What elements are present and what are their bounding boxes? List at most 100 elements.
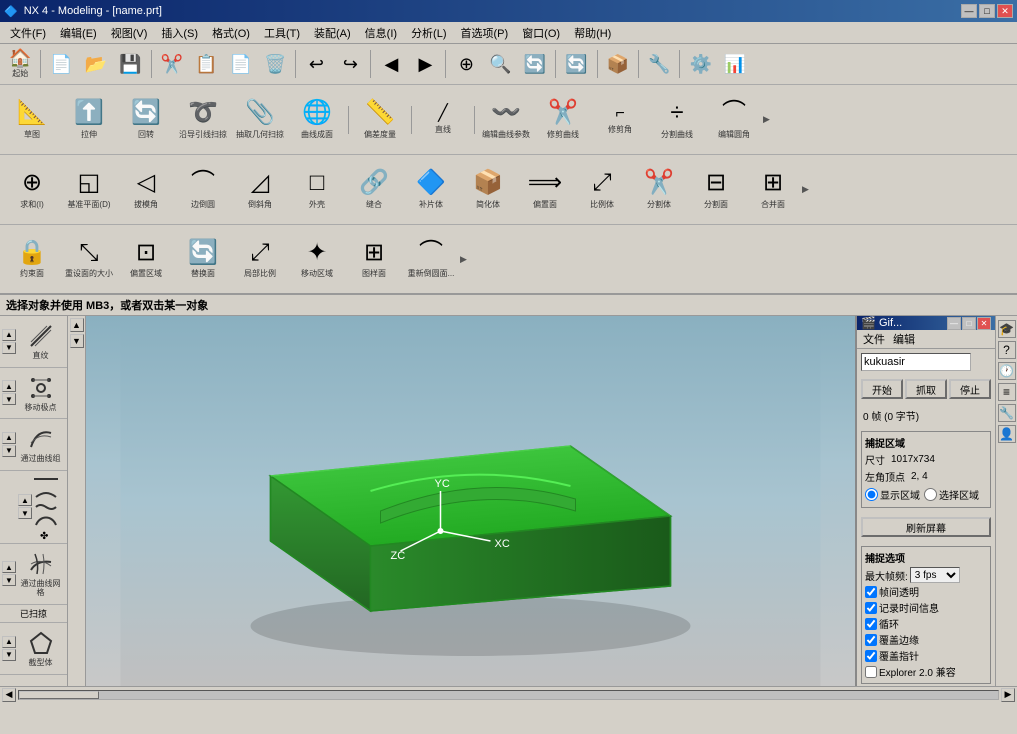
horizontal-scrollbar-track[interactable] xyxy=(18,690,999,700)
resize-button[interactable]: ⤡ 重设面的大小 xyxy=(61,227,117,291)
scroll-up-2[interactable]: ▲ xyxy=(2,380,16,392)
zoom-fit-button[interactable]: ⊕ xyxy=(450,52,482,76)
cut-button[interactable]: ✂️ xyxy=(156,52,188,76)
sweep-button[interactable]: ➰ 沿导引线扫掠 xyxy=(175,88,231,152)
explorer-checkbox[interactable] xyxy=(865,666,877,678)
display-region-radio[interactable] xyxy=(865,488,878,501)
rp-close[interactable]: ✕ xyxy=(977,317,991,330)
scroll-down-4[interactable]: ▼ xyxy=(18,507,32,519)
union-button[interactable]: ⊕ 求和(I) xyxy=(4,158,60,222)
menu-help[interactable]: 帮助(H) xyxy=(568,23,617,43)
scroll-down-2[interactable]: ▼ xyxy=(2,393,16,405)
menu-prefs[interactable]: 首选项(P) xyxy=(455,23,515,43)
replace-face-button[interactable]: 🔄 替换面 xyxy=(175,227,231,291)
move-region-button[interactable]: ✦ 移动区域 xyxy=(289,227,345,291)
save-button[interactable]: 💾 xyxy=(114,52,146,76)
trim-curve-button[interactable]: ✂️ 修剪曲线 xyxy=(535,88,591,152)
start-button[interactable]: 开始 xyxy=(861,379,903,399)
menu-insert[interactable]: 插入(S) xyxy=(155,23,204,43)
rp-menu-file[interactable]: 文件 xyxy=(861,330,887,348)
revolve-button[interactable]: 🔄 回转 xyxy=(118,88,174,152)
patch-button[interactable]: 🔷 补片体 xyxy=(403,158,459,222)
rotate-button[interactable]: 🔄 xyxy=(519,52,551,76)
trim-corner-button[interactable]: ⌐ 修剪角 xyxy=(592,88,648,152)
menu-window[interactable]: 窗口(O) xyxy=(516,23,566,43)
menu-format[interactable]: 格式(O) xyxy=(206,23,256,43)
split-curve-button[interactable]: ÷ 分割曲线 xyxy=(649,88,705,152)
redo-button[interactable]: ↪ xyxy=(334,52,366,76)
scroll-left-button[interactable]: ◀ xyxy=(2,688,16,702)
menu-view[interactable]: 视图(V) xyxy=(105,23,154,43)
maximize-button[interactable]: □ xyxy=(979,4,995,18)
local-scale-button[interactable]: ⤢ 局部比例 xyxy=(232,227,288,291)
chamfer-button[interactable]: ◿ 倒斜角 xyxy=(232,158,288,222)
rp-maximize[interactable]: □ xyxy=(962,317,976,330)
toolbar4-expand[interactable]: ▶ xyxy=(460,254,467,265)
edit-fillet-button[interactable]: ⌒ 编辑圆角 xyxy=(706,88,762,152)
minimize-button[interactable]: — xyxy=(961,4,977,18)
sub-scroll-down[interactable]: ▼ xyxy=(70,334,84,348)
scroll-right-button[interactable]: ▶ xyxy=(1001,688,1015,702)
deviation-button[interactable]: 📏 偏差度量 xyxy=(352,88,408,152)
star-sub-icon[interactable]: ✤ xyxy=(34,529,58,541)
menu-file[interactable]: 文件(F) xyxy=(4,23,52,43)
sub-scroll-up[interactable]: ▲ xyxy=(70,318,84,332)
close-button[interactable]: ✕ xyxy=(997,4,1013,18)
transparent-checkbox[interactable] xyxy=(865,586,877,598)
sidebar-movepoint-button[interactable]: 移动极点 xyxy=(16,370,65,417)
edge-blend-button[interactable]: ⌒ 边倒圆 xyxy=(175,158,231,222)
bottom-scrollbar[interactable]: ◀ ▶ xyxy=(0,686,1017,702)
sidebar-bridge-button[interactable]: 编辑特征参数 xyxy=(16,677,65,686)
help-grad-button[interactable]: 🎓 xyxy=(998,320,1016,338)
undo-button[interactable]: ↩ xyxy=(300,52,332,76)
offset-region-button[interactable]: ⊡ 偏置区域 xyxy=(118,227,174,291)
sidebar-curvegroup-button[interactable]: 通过曲线组 xyxy=(16,421,65,468)
select-region-label[interactable]: 选择区域 xyxy=(924,487,979,502)
gif-name-input[interactable] xyxy=(861,353,971,371)
simplify-button[interactable]: 📦 简化体 xyxy=(460,158,516,222)
cover-edge-checkbox[interactable] xyxy=(865,634,877,646)
3d-viewport[interactable]: ZC YC XC xyxy=(86,316,855,686)
offset-face-button[interactable]: ⟹ 偏置面 xyxy=(517,158,573,222)
sidebar-curvegrid-button[interactable]: 通过曲线网格 xyxy=(16,546,65,602)
delete-button[interactable]: 🗑️ xyxy=(259,52,291,76)
refresh-button[interactable]: 🔄 xyxy=(560,52,592,76)
assembly-button[interactable]: 📦 xyxy=(602,52,634,76)
rp-minimize[interactable]: — xyxy=(947,317,961,330)
scroll-up-5[interactable]: ▲ xyxy=(2,561,16,573)
clock-button[interactable]: 🕐 xyxy=(998,362,1016,380)
surface-button[interactable]: 🌐 曲线成面 xyxy=(289,88,345,152)
display-region-label[interactable]: 显示区域 xyxy=(865,487,920,502)
cover-cursor-checkbox[interactable] xyxy=(865,650,877,662)
scale-body-button[interactable]: ⤢ 比例体 xyxy=(574,158,630,222)
scroll-up-1[interactable]: ▲ xyxy=(2,329,16,341)
scroll-up-6[interactable]: ▲ xyxy=(2,636,16,648)
timing-checkbox[interactable] xyxy=(865,602,877,614)
titlebar-controls[interactable]: — □ ✕ xyxy=(961,4,1013,18)
viewport[interactable]: ZC YC XC xyxy=(86,316,855,686)
scroll-down-1[interactable]: ▼ xyxy=(2,342,16,354)
horizontal-scrollbar-thumb[interactable] xyxy=(19,691,99,699)
zoom-button[interactable]: 🔍 xyxy=(484,52,516,76)
constrain-face-button[interactable]: 🔒 约束面 xyxy=(4,227,60,291)
sidebar-sectionbody-button[interactable]: 截型体 xyxy=(16,625,65,672)
split-body-button[interactable]: ✂️ 分割体 xyxy=(631,158,687,222)
merge-face-button[interactable]: ⊞ 合并面 xyxy=(745,158,801,222)
menu-assembly[interactable]: 装配(A) xyxy=(308,23,357,43)
chart-button[interactable]: 📊 xyxy=(719,52,751,76)
paste-button[interactable]: 📄 xyxy=(225,52,257,76)
sketch-button[interactable]: 📐 草图 xyxy=(4,88,60,152)
wave-sub-icon[interactable] xyxy=(34,501,58,513)
loop-checkbox[interactable] xyxy=(865,618,877,630)
refresh-screen-button[interactable]: 刷新屏幕 xyxy=(861,517,991,537)
list-button[interactable]: ≡ xyxy=(998,383,1016,401)
sidebar-ruled-button[interactable]: 直纹 xyxy=(16,318,65,365)
menu-edit[interactable]: 编辑(E) xyxy=(54,23,103,43)
scroll-up-4[interactable]: ▲ xyxy=(18,494,32,506)
toolbar2-expand[interactable]: ▶ xyxy=(763,114,770,125)
scroll-down-3[interactable]: ▼ xyxy=(2,445,16,457)
pattern-face-button[interactable]: ⊞ 图样面 xyxy=(346,227,402,291)
line-button[interactable]: ╱ 直线 xyxy=(415,88,471,152)
help-question-button[interactable]: ? xyxy=(998,341,1016,359)
arc-sub-icon[interactable] xyxy=(34,487,58,499)
